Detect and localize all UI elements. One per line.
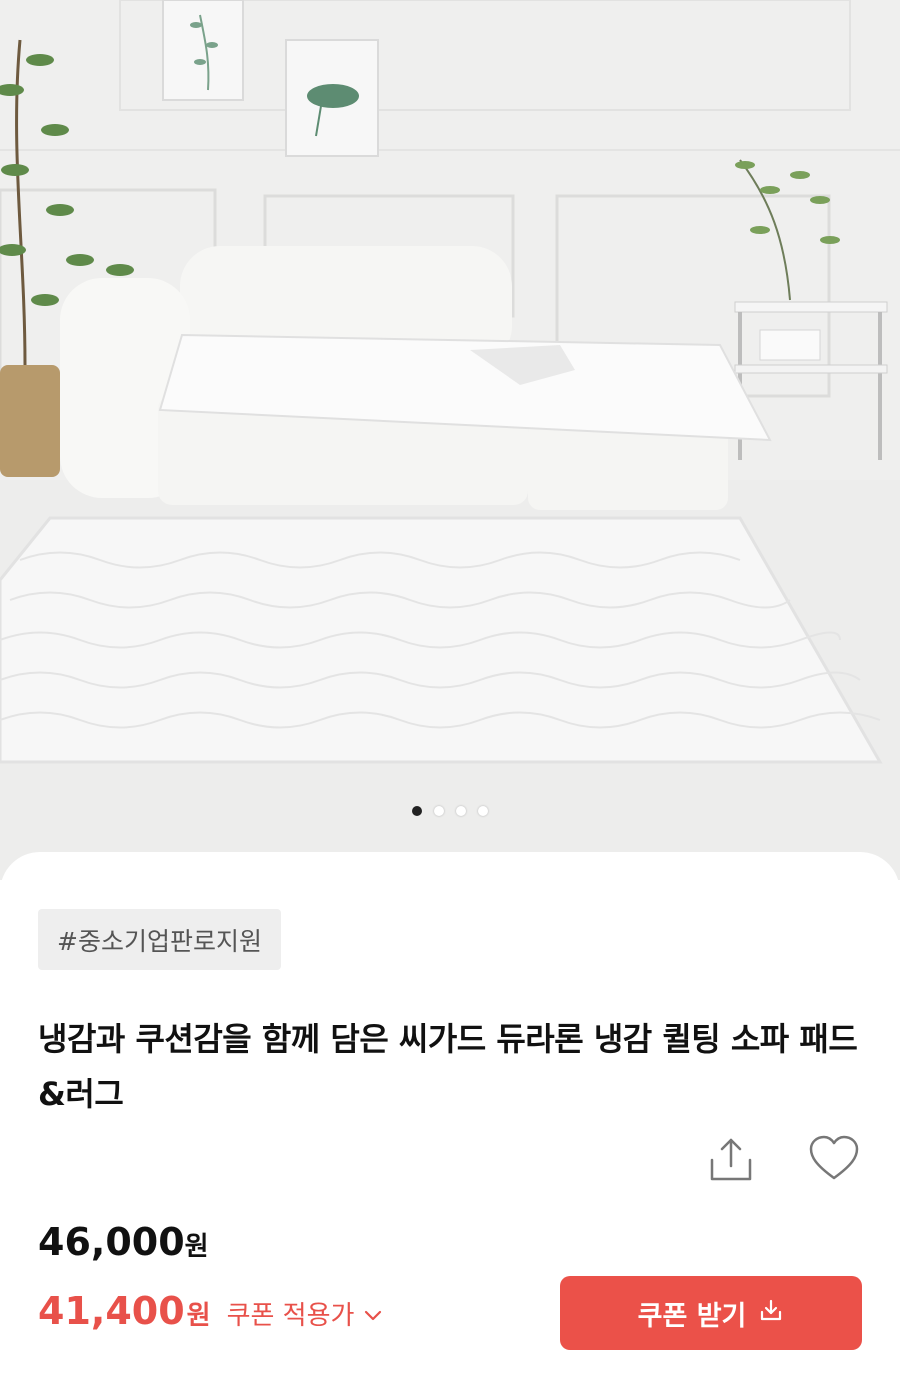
download-icon: [758, 1297, 784, 1330]
coupon-price-toggle[interactable]: 쿠폰 적용가: [227, 1295, 383, 1332]
original-price-number: 46,000: [38, 1220, 185, 1264]
gallery-pagination[interactable]: [0, 804, 900, 818]
coupon-note-label: 쿠폰 적용가: [226, 1301, 355, 1331]
pagination-dot[interactable]: [412, 806, 422, 816]
get-coupon-label: 쿠폰 받기: [637, 1300, 747, 1332]
original-price-unit: 원: [184, 1232, 209, 1262]
share-button[interactable]: [706, 1134, 756, 1184]
chevron-down-icon: [364, 1299, 382, 1329]
pagination-dot[interactable]: [478, 806, 488, 816]
pagination-dot[interactable]: [434, 806, 444, 816]
share-icon: [710, 1138, 752, 1181]
coupon-price: 41,400 원 쿠폰 적용가: [38, 1289, 382, 1333]
get-coupon-button[interactable]: 쿠폰 받기: [560, 1276, 862, 1350]
heart-icon: [809, 1135, 859, 1180]
promo-tag[interactable]: #중소기업판로지원: [38, 909, 281, 970]
product-image[interactable]: [0, 0, 900, 880]
product-title: 냉감과 쿠션감을 함께 담은 씨가드 듀라론 냉감 퀼팅 소파 패드&러그: [38, 1020, 858, 1113]
product-photo: [0, 0, 900, 880]
coupon-price-unit: 원: [186, 1301, 211, 1331]
pagination-dot[interactable]: [456, 806, 466, 816]
product-info-sheet: #중소기업판로지원 냉감과 쿠션감을 함께 담은 씨가드 듀라론 냉감 퀼팅 소…: [0, 852, 900, 1385]
like-button[interactable]: [806, 1134, 862, 1184]
original-price: 46,000원: [38, 1220, 209, 1264]
coupon-price-number: 41,400: [38, 1289, 185, 1333]
